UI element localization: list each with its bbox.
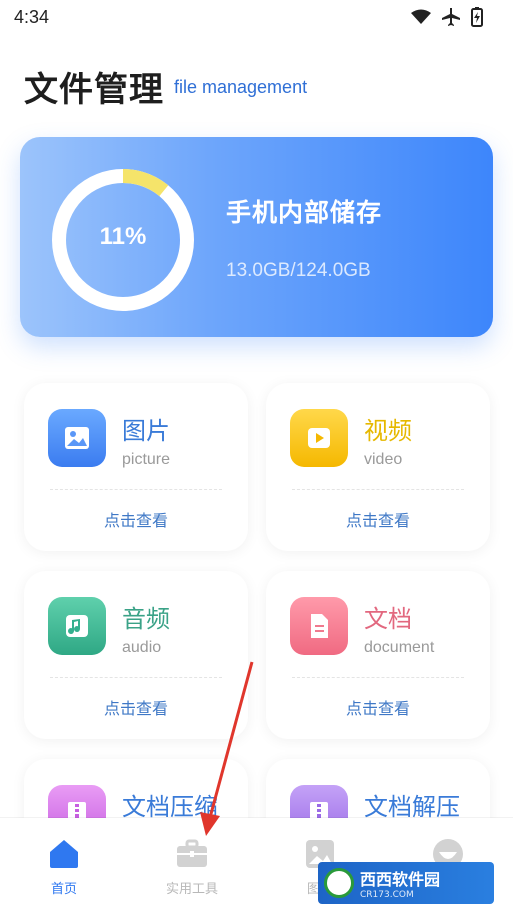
storage-percent: 11% [99,223,147,250]
category-card-video[interactable]: 视频 video 点击查看 [266,383,490,551]
storage-card[interactable]: 11% 手机内部储存 13.0GB/124.0GB [20,137,493,337]
picture-icon [48,409,106,467]
page-title: 文件管理 [24,70,164,110]
storage-label: 手机内部储存 [226,198,383,227]
airplane-icon [442,8,460,26]
divider [50,489,222,490]
divider [292,489,464,490]
storage-usage: 13.0GB/124.0GB [226,260,371,281]
nav-item-home[interactable]: 首页 [14,836,114,897]
category-title: 文档解压 [364,793,460,821]
nav-item-tools[interactable]: 实用工具 [142,836,242,897]
audio-icon [48,597,106,655]
category-subtitle: document [364,639,435,656]
category-card-document[interactable]: 文档 document 点击查看 [266,571,490,739]
watermark-text: 西西软件园 CR173.COM [360,870,441,900]
battery-icon [471,7,483,27]
category-card-picture[interactable]: 图片 picture 点击查看 [24,383,248,551]
wifi-icon [411,9,431,24]
red-arrow-annotation [200,661,254,836]
status-time: 4:34 [14,7,50,27]
category-title: 文档 [364,605,412,633]
home-icon [46,836,82,872]
status-icons [411,7,483,27]
toolbox-icon [174,836,210,872]
category-subtitle: picture [122,451,171,468]
category-title: 视频 [364,417,412,445]
nav-label: 实用工具 [165,882,218,897]
watermark-icon [324,868,354,898]
view-link[interactable]: 点击查看 [266,507,490,531]
status-bar: 4:34 [0,0,513,36]
category-title: 图片 [122,417,170,445]
view-link[interactable]: 点击查看 [266,695,490,719]
category-subtitle: video [364,451,403,468]
watermark-logo: 西西软件园 CR173.COM [318,862,494,904]
document-icon [290,597,348,655]
divider [292,677,464,678]
category-title: 音频 [122,605,170,633]
view-link[interactable]: 点击查看 [24,507,248,531]
nav-label: 首页 [50,882,77,897]
page-subtitle: file management [174,77,308,97]
video-icon [290,409,348,467]
category-subtitle: audio [122,639,162,656]
